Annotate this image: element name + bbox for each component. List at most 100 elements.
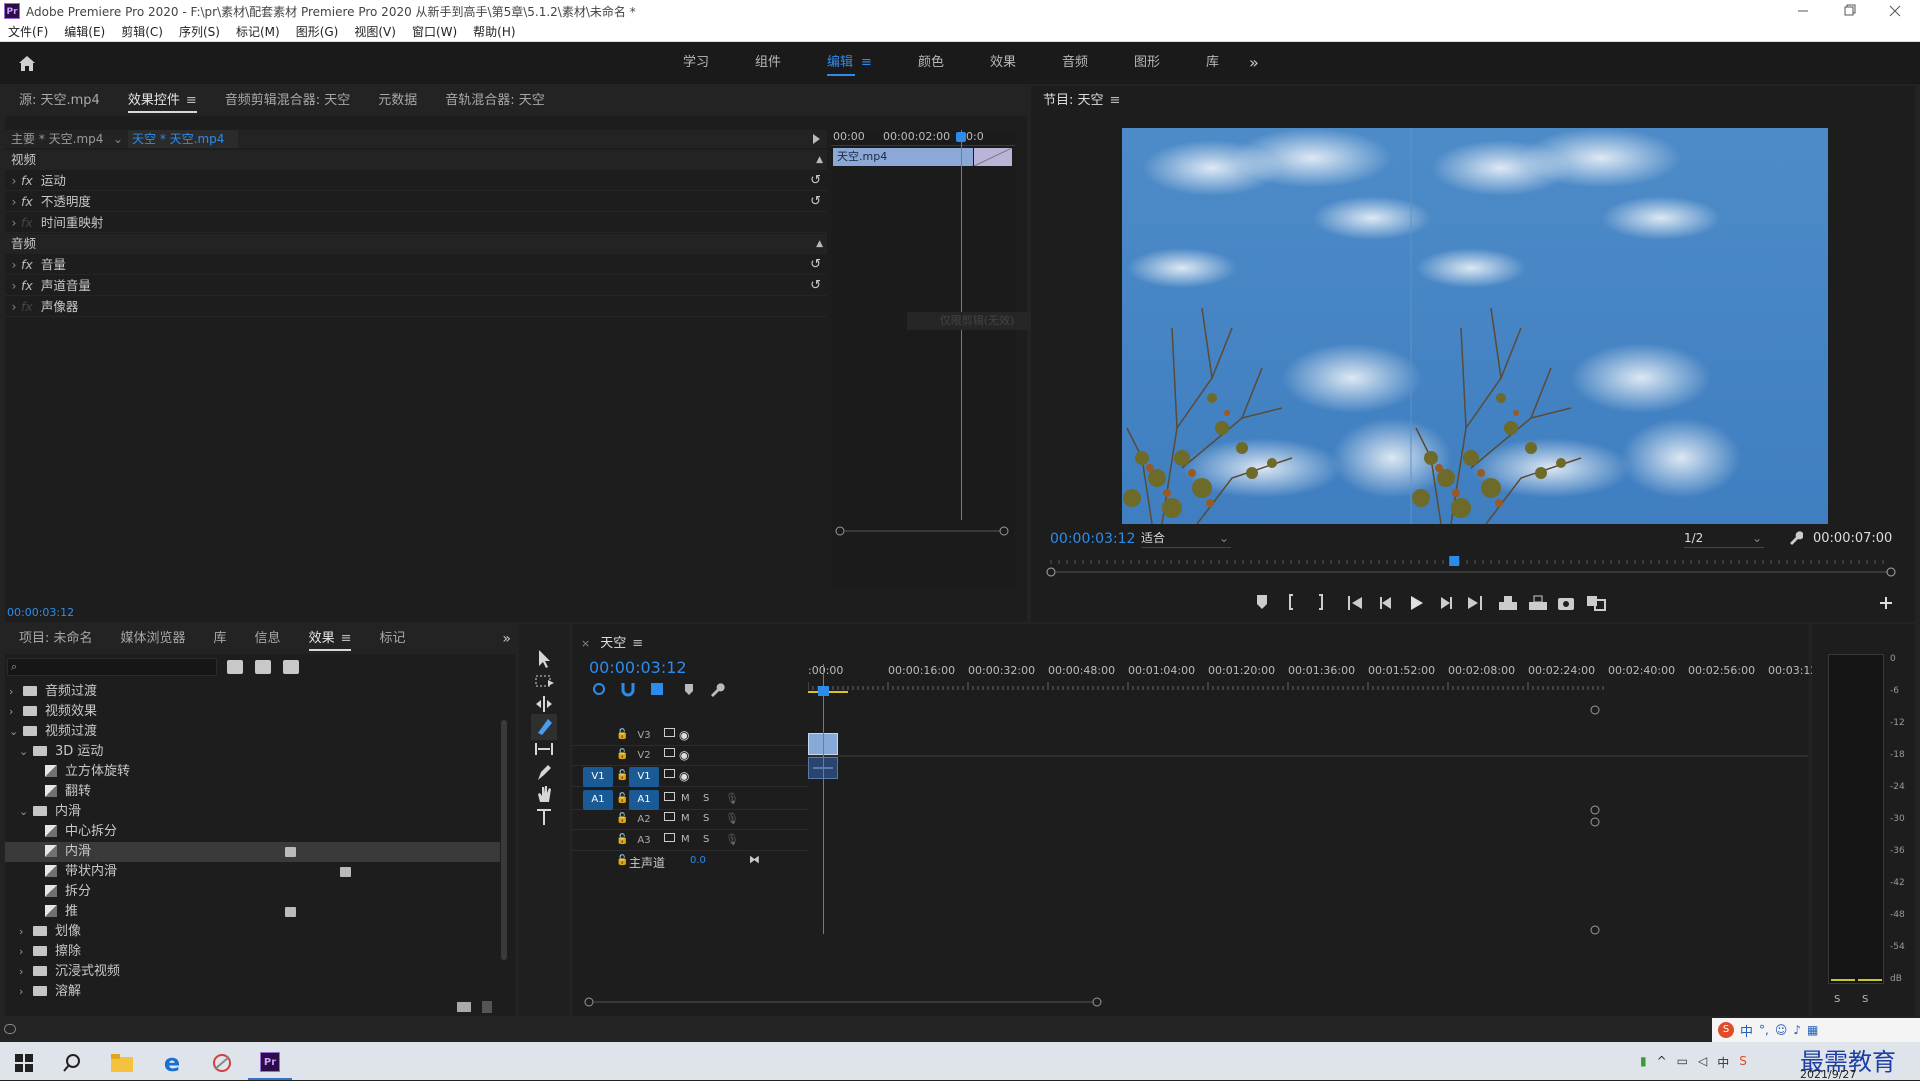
expand-chevron-icon[interactable]: › bbox=[7, 213, 21, 233]
voiceover-mic-icon[interactable]: 🎙 bbox=[725, 812, 739, 825]
effect-folder[interactable]: ⌄ 视频过渡 bbox=[5, 722, 500, 742]
workspace-tab-0[interactable]: 学习 bbox=[660, 42, 732, 84]
effect-item[interactable]: 带状内滑 bbox=[5, 862, 500, 882]
effect-item[interactable]: 推 bbox=[5, 902, 500, 922]
timeline-horizontal-scroll[interactable] bbox=[583, 996, 1103, 1008]
timeline-playhead[interactable] bbox=[823, 664, 824, 934]
expand-chevron-icon[interactable]: › bbox=[7, 171, 21, 191]
step-forward-icon[interactable] bbox=[1433, 590, 1459, 616]
expand-chevron-icon[interactable]: › bbox=[7, 297, 21, 317]
clip-dropdown-chevron[interactable]: ⌄ bbox=[113, 130, 123, 148]
sync-lock-icon[interactable] bbox=[664, 769, 675, 778]
source-patch-v[interactable]: V1 bbox=[583, 767, 613, 787]
chevron-right-icon[interactable]: › bbox=[9, 682, 23, 702]
add-button-icon[interactable] bbox=[1873, 590, 1899, 616]
effect-folder[interactable]: › 划像 bbox=[5, 922, 500, 942]
add-marker-icon[interactable] bbox=[1249, 590, 1275, 616]
source-tab-0[interactable]: 源: 天空.mp4 bbox=[5, 86, 114, 116]
fx-row[interactable]: › fx 声道音量 ↺ bbox=[5, 276, 827, 296]
quality-dropdown[interactable]: 1/2 ⌄ bbox=[1684, 528, 1764, 548]
effect-item[interactable]: 拆分 bbox=[5, 882, 500, 902]
menu-item-0[interactable]: 文件(F) bbox=[8, 23, 48, 40]
expand-chevron-icon[interactable]: › bbox=[7, 192, 21, 212]
solo-button[interactable]: S bbox=[703, 793, 709, 804]
source-tab-2[interactable]: 音频剪辑混合器: 天空 bbox=[211, 86, 365, 116]
solo-right-button[interactable]: S bbox=[1862, 994, 1868, 1005]
menu-item-3[interactable]: 序列(S) bbox=[179, 23, 220, 40]
effect-folder[interactable]: ⌄ 3D 运动 bbox=[5, 742, 500, 762]
mute-button[interactable]: M bbox=[681, 813, 690, 824]
go-to-in-icon[interactable] bbox=[1343, 590, 1369, 616]
timeline-playhead-handle[interactable] bbox=[818, 686, 829, 696]
workspace-tab-4[interactable]: 效果 bbox=[967, 42, 1039, 84]
panel-menu-icon[interactable]: ≡ bbox=[341, 631, 352, 646]
menu-item-7[interactable]: 窗口(W) bbox=[412, 23, 457, 40]
effect-item[interactable]: 内滑 bbox=[5, 842, 500, 862]
mini-clip-transition[interactable] bbox=[974, 148, 1012, 166]
voiceover-mic-icon[interactable]: 🎙 bbox=[725, 833, 739, 846]
panel-overflow-icon[interactable]: » bbox=[502, 631, 511, 647]
mark-in-icon[interactable] bbox=[1279, 590, 1305, 616]
menu-item-8[interactable]: 帮助(H) bbox=[473, 23, 515, 40]
lock-icon[interactable]: 🔓 bbox=[616, 793, 628, 804]
timeline-vertical-scroll[interactable] bbox=[1589, 704, 1601, 944]
voiceover-mic-icon[interactable]: 🎙 bbox=[725, 792, 739, 805]
premiere-taskbar-icon[interactable]: Pr bbox=[248, 1046, 292, 1080]
32bit-effects-icon[interactable] bbox=[255, 660, 271, 674]
effect-folder[interactable]: › 视频效果 bbox=[5, 702, 500, 722]
collapse-icon[interactable]: ▲ bbox=[816, 150, 823, 170]
eye-icon[interactable]: ◉ bbox=[679, 769, 689, 783]
mute-button[interactable]: M bbox=[681, 834, 690, 845]
fx-row[interactable]: › fx 运动 ↺ bbox=[5, 171, 827, 191]
effect-item[interactable]: 中心拆分 bbox=[5, 822, 500, 842]
sync-lock-icon[interactable] bbox=[664, 833, 675, 842]
track-target[interactable]: A3 bbox=[629, 831, 659, 851]
chevron-down-icon[interactable]: ⌄ bbox=[9, 722, 23, 742]
play-icon[interactable] bbox=[1403, 590, 1429, 616]
chevron-down-icon[interactable]: ⌄ bbox=[19, 742, 33, 762]
home-icon[interactable] bbox=[16, 53, 38, 73]
chevron-right-icon[interactable]: › bbox=[19, 942, 33, 962]
project-tab-3[interactable]: 信息 bbox=[241, 624, 295, 654]
project-tab-1[interactable]: 媒体浏览器 bbox=[107, 624, 200, 654]
workspace-more-button[interactable]: » bbox=[1249, 53, 1259, 72]
chevron-down-icon[interactable]: ⌄ bbox=[19, 802, 33, 822]
wrench-icon[interactable] bbox=[1787, 530, 1803, 546]
effect-folder[interactable]: ⌄ 内滑 bbox=[5, 802, 500, 822]
lock-icon[interactable]: 🔓 bbox=[616, 749, 628, 760]
edge-browser-icon[interactable]: e bbox=[150, 1046, 194, 1080]
snipping-tool-icon[interactable] bbox=[200, 1046, 244, 1080]
mini-clip[interactable]: 天空.mp4 bbox=[833, 148, 973, 166]
menu-item-2[interactable]: 剪辑(C) bbox=[121, 23, 163, 40]
solo-button[interactable]: S bbox=[703, 834, 709, 845]
sync-lock-icon[interactable] bbox=[664, 728, 675, 737]
chevron-right-icon[interactable]: › bbox=[19, 982, 33, 1002]
search-icon[interactable] bbox=[50, 1046, 94, 1080]
track-target[interactable]: V1 bbox=[629, 767, 659, 787]
mini-scrollbar[interactable] bbox=[835, 526, 1009, 536]
timeline-timecode[interactable]: 00:00:03:12 bbox=[589, 658, 687, 677]
lock-icon[interactable]: 🔓 bbox=[616, 855, 628, 866]
extract-icon[interactable] bbox=[1525, 590, 1551, 616]
new-bin-icon[interactable] bbox=[457, 1002, 471, 1012]
chevron-right-icon[interactable]: › bbox=[19, 962, 33, 982]
source-tab-1[interactable]: 效果控件 ≡ bbox=[114, 86, 211, 116]
program-video-frame[interactable] bbox=[1122, 128, 1828, 524]
minimize-icon[interactable] bbox=[1790, 0, 1816, 22]
reset-icon[interactable]: ↺ bbox=[810, 276, 821, 296]
expand-chevron-icon[interactable]: › bbox=[7, 255, 21, 275]
reset-icon[interactable]: ↺ bbox=[810, 192, 821, 212]
effect-folder[interactable]: › 沉浸式视频 bbox=[5, 962, 500, 982]
ime-toolbar[interactable]: S 中 °, ☺ ♪ ▦ bbox=[1712, 1018, 1920, 1042]
effect-folder[interactable]: › 音频过渡 bbox=[5, 682, 500, 702]
comparison-view-icon[interactable] bbox=[1583, 590, 1609, 616]
solo-button[interactable]: S bbox=[703, 813, 709, 824]
windows-start-icon[interactable] bbox=[2, 1046, 46, 1080]
track-target[interactable]: A1 bbox=[629, 790, 659, 810]
mark-out-icon[interactable] bbox=[1307, 590, 1333, 616]
project-tab-5[interactable]: 标记 bbox=[365, 624, 419, 654]
master-volume-value[interactable]: 0.0 bbox=[690, 855, 706, 866]
expand-chevron-icon[interactable]: › bbox=[7, 276, 21, 296]
trash-icon[interactable] bbox=[482, 1001, 492, 1013]
workspace-tab-3[interactable]: 颜色 bbox=[895, 42, 967, 84]
